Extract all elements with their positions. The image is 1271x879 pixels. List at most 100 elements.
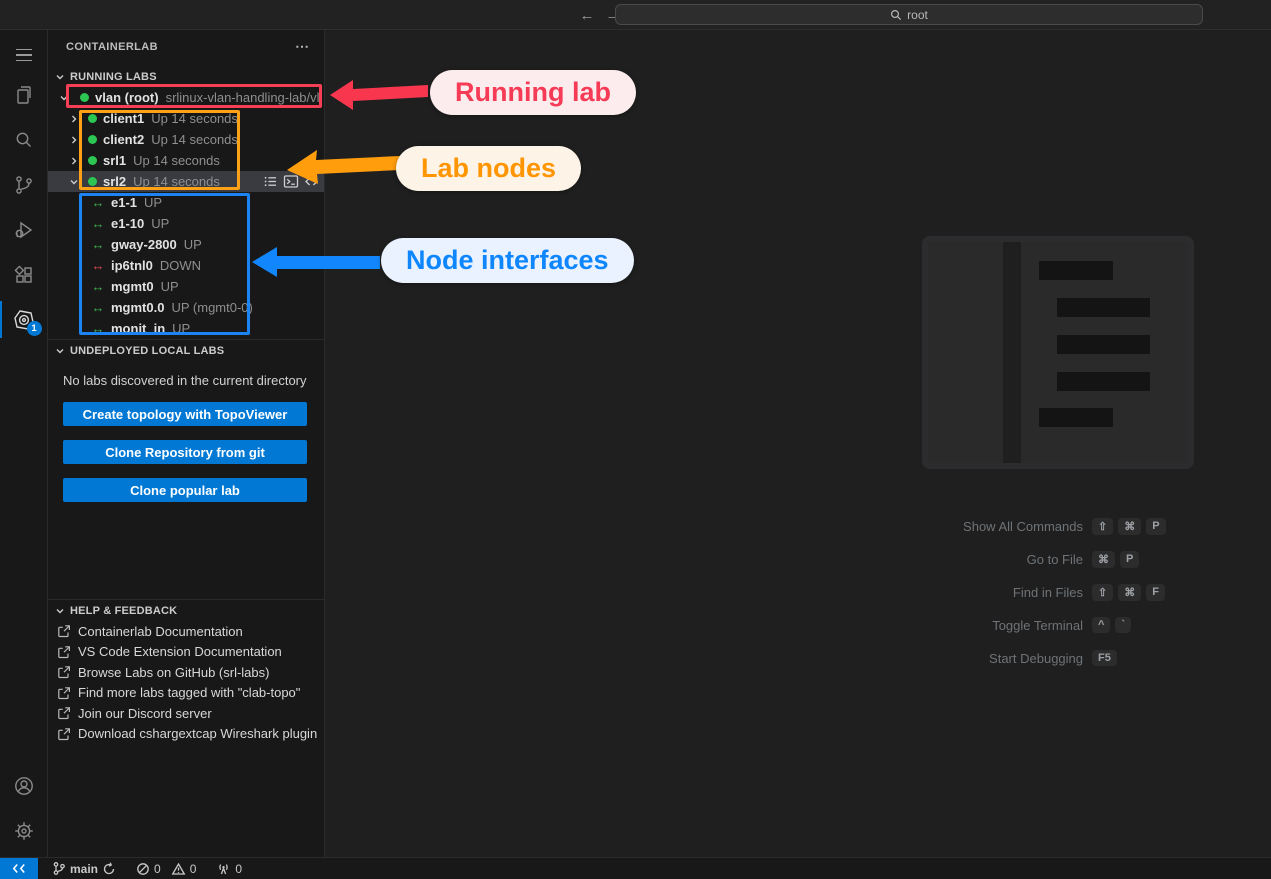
tree-row-interface-mgmt0[interactable]: ↔ mgmt0 UP (48, 276, 324, 297)
command-center-search[interactable]: root (615, 4, 1203, 25)
external-link-icon (57, 645, 71, 659)
tree-row-node-client1[interactable]: client1 Up 14 seconds (48, 108, 324, 129)
errors-icon (136, 862, 150, 876)
create-topology-button[interactable]: Create topology with TopoViewer (63, 402, 307, 426)
editor-area: Show All Commands ⇧⌘P Go to File ⌘P Find… (325, 30, 1271, 857)
status-dot-running (88, 156, 97, 165)
vscode-window: ← → root (0, 0, 1271, 879)
interface-up-icon: ↔ (90, 321, 106, 336)
shortcut-start-debugging: Start Debugging F5 (883, 647, 1271, 669)
tree-row-interface-mgmt0-0[interactable]: ↔ mgmt0.0 UP (mgmt0-0) (48, 297, 324, 318)
terminal-icon[interactable] (283, 174, 299, 189)
sidebar-item-source-control[interactable] (0, 162, 48, 207)
section-help-feedback[interactable]: HELP & FEEDBACK (48, 599, 324, 621)
chevron-down-icon[interactable] (66, 174, 82, 190)
tree-row-node-client2[interactable]: client2 Up 14 seconds (48, 129, 324, 150)
link-browse-labs-github[interactable]: Browse Labs on GitHub (srl-labs) (48, 662, 324, 683)
broadcast-indicator[interactable]: 0 (216, 862, 242, 876)
branch-name: main (70, 862, 98, 876)
chevron-right-icon[interactable] (66, 132, 82, 148)
section-running-labs[interactable]: RUNNING LABS (48, 67, 324, 87)
link-download-wireshark-plugin[interactable]: Download cshargextcap Wireshark plugin (48, 724, 324, 745)
sidebar-item-containerlab[interactable]: 1 (0, 297, 48, 342)
status-dot-running (88, 177, 97, 186)
interface-up-icon: ↔ (90, 195, 106, 210)
key-backtick: ` (1115, 617, 1131, 633)
extensions-icon (12, 263, 36, 287)
sidebar-item-explorer[interactable] (0, 72, 48, 117)
command-center-value: root (907, 8, 928, 22)
problems-indicator[interactable]: 0 0 (136, 862, 196, 876)
more-actions-icon[interactable]: ⋯ (295, 41, 310, 51)
link-find-labs-clab-topo[interactable]: Find more labs tagged with "clab-topo" (48, 683, 324, 704)
settings-button[interactable] (0, 808, 48, 853)
tree-row-interface-ip6tnl0[interactable]: ↔ ip6tnl0 DOWN (48, 255, 324, 276)
external-link-icon (57, 624, 71, 638)
source-control-icon (12, 173, 36, 197)
interface-down-icon: ↔ (90, 258, 106, 273)
broadcast-count: 0 (235, 862, 242, 876)
containerlab-badge: 1 (27, 321, 42, 336)
key-cmd: ⌘ (1118, 518, 1141, 535)
remote-indicator[interactable] (0, 858, 38, 879)
remote-icon (12, 862, 26, 875)
chevron-down-icon (52, 603, 68, 619)
link-vscode-extension-docs[interactable]: VS Code Extension Documentation (48, 642, 324, 663)
tree-row-interface-e1-10[interactable]: ↔ e1-10 UP (48, 213, 324, 234)
errors-count: 0 (154, 862, 161, 876)
chevron-down-icon (52, 343, 68, 359)
containerlab-panel: CONTAINERLAB ⋯ RUNNING LABS vlan (root) … (48, 30, 325, 857)
link-join-discord[interactable]: Join our Discord server (48, 703, 324, 724)
key-f5: F5 (1092, 650, 1117, 666)
interface-up-icon: ↔ (90, 279, 106, 294)
key-p: P (1120, 551, 1139, 568)
external-link-icon (57, 706, 71, 720)
key-shift: ⇧ (1092, 518, 1113, 535)
tree-row-interface-monit-in[interactable]: ↔ monit_in UP (48, 318, 324, 339)
external-link-icon (57, 727, 71, 741)
chevron-right-icon[interactable] (66, 153, 82, 169)
ssh-split-icon[interactable] (304, 174, 319, 189)
menu-icon[interactable] (0, 38, 48, 72)
sidebar-item-search[interactable] (0, 117, 48, 162)
interface-up-icon: ↔ (90, 216, 106, 231)
chevron-right-icon[interactable] (66, 111, 82, 127)
panel-title: CONTAINERLAB (66, 41, 158, 53)
section-undeployed-local-labs[interactable]: UNDEPLOYED LOCAL LABS (48, 339, 324, 361)
broadcast-tower-icon (216, 862, 231, 876)
external-link-icon (57, 686, 71, 700)
key-shift: ⇧ (1092, 584, 1113, 601)
lab-description: srlinux-vlan-handling-lab/vl... (166, 90, 325, 105)
shortcut-go-to-file: Go to File ⌘P (883, 548, 1271, 570)
sidebar-item-run-debug[interactable] (0, 207, 48, 252)
git-branch-icon (52, 861, 66, 876)
tree-row-node-srl1[interactable]: srl1 Up 14 seconds (48, 150, 324, 171)
chevron-down-icon[interactable] (56, 90, 72, 106)
tree-row-interface-gway-2800[interactable]: ↔ gway-2800 UP (48, 234, 324, 255)
tree-row-node-srl2[interactable]: srl2 Up 14 seconds (48, 171, 324, 192)
lab-name: vlan (root) (95, 90, 159, 105)
clone-popular-lab-button[interactable]: Clone popular lab (63, 478, 307, 502)
files-icon (12, 83, 36, 107)
shortcut-toggle-terminal: Toggle Terminal ^` (883, 614, 1271, 636)
gear-icon (12, 819, 36, 843)
search-icon (890, 9, 902, 21)
list-actions-icon[interactable] (263, 174, 278, 189)
status-dot-running (88, 135, 97, 144)
link-containerlab-docs[interactable]: Containerlab Documentation (48, 621, 324, 642)
key-p: P (1146, 518, 1165, 535)
nav-back-icon[interactable]: ← (578, 7, 596, 24)
branch-indicator[interactable]: main (52, 861, 116, 876)
sync-icon (102, 862, 116, 876)
key-cmd: ⌘ (1118, 584, 1141, 601)
tree-row-lab-vlan[interactable]: vlan (root) srlinux-vlan-handling-lab/vl… (48, 87, 324, 108)
tree-row-interface-e1-1[interactable]: ↔ e1-1 UP (48, 192, 324, 213)
clone-repository-button[interactable]: Clone Repository from git (63, 440, 307, 464)
sidebar-item-extensions[interactable] (0, 252, 48, 297)
activity-bar: 1 (0, 30, 48, 857)
key-ctrl: ^ (1092, 617, 1110, 633)
editor-watermark (922, 236, 1194, 469)
account-button[interactable] (0, 763, 48, 808)
status-bar: main 0 0 0 (0, 857, 1271, 879)
search-icon (12, 128, 36, 152)
